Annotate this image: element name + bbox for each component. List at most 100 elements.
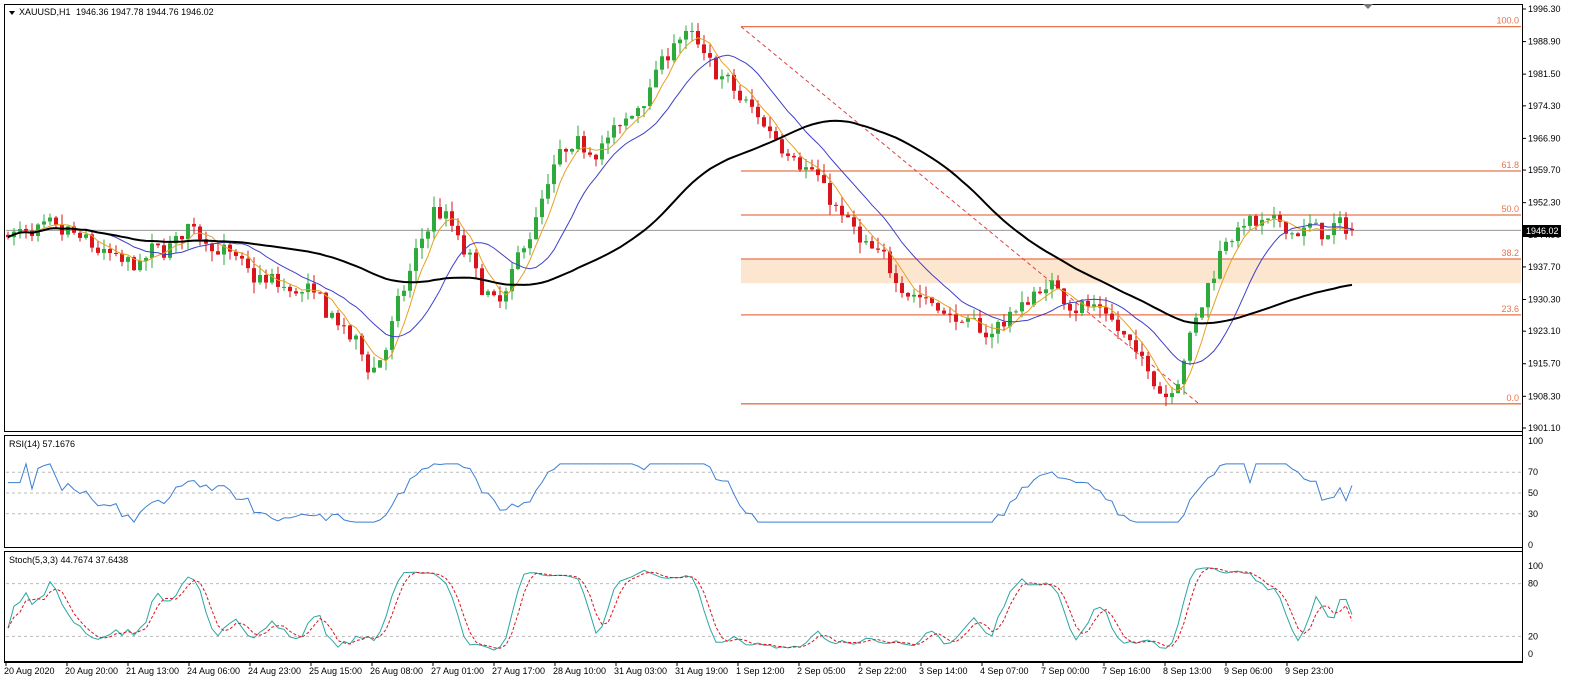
candle-body <box>1248 215 1252 226</box>
candle-body <box>1236 227 1240 242</box>
candle-body <box>1038 291 1042 294</box>
y-tick-label: 1996.30 <box>1528 4 1561 14</box>
candle-body <box>870 241 874 249</box>
candle-body <box>1152 371 1156 387</box>
x-tick-label: 8 Sep 13:00 <box>1163 666 1212 676</box>
price-panel[interactable] <box>4 4 1523 432</box>
candle-body <box>1128 334 1132 341</box>
candle-body <box>54 217 58 225</box>
candle-body <box>1290 233 1294 235</box>
candle-body <box>534 217 538 240</box>
candle-body <box>1014 311 1018 313</box>
candle-body <box>672 43 676 61</box>
candle-body <box>624 118 628 126</box>
candle-body <box>1110 313 1114 320</box>
candle-body <box>1104 307 1108 314</box>
candle-body <box>498 295 502 302</box>
candle-body <box>504 291 508 302</box>
y-tick-label: 1923.10 <box>1528 326 1561 336</box>
candle-body <box>1176 384 1180 394</box>
candle-body <box>942 310 946 314</box>
candle-body <box>1140 351 1144 356</box>
candle-body <box>366 354 370 373</box>
candle-body <box>336 312 340 326</box>
candle-body <box>960 321 964 323</box>
candle-body <box>1200 307 1204 318</box>
candle-body <box>408 270 412 291</box>
candle-body <box>978 318 982 333</box>
candle-body <box>792 155 796 158</box>
candle-body <box>246 258 250 269</box>
candle-body <box>558 149 562 165</box>
candle-body <box>1032 291 1036 305</box>
y-tick-label: 1908.30 <box>1528 391 1561 401</box>
trading-chart[interactable]: 100.0 61.8 50.0 38.2 23.6 0.0 1996.30 1988.90 1… <box>0 0 1596 695</box>
candle-body <box>720 76 724 80</box>
candle-body <box>522 248 526 253</box>
candle-body <box>900 283 904 293</box>
candle-body <box>24 228 28 231</box>
x-tick-label: 20 Aug 2020 <box>4 666 55 676</box>
candle-body <box>1074 310 1078 313</box>
candle-body <box>84 234 88 238</box>
candle-body <box>384 349 388 361</box>
candle-body <box>516 252 520 270</box>
candle-body <box>1002 321 1006 327</box>
candle-body <box>258 274 262 283</box>
candle-body <box>108 248 112 254</box>
candle-body <box>420 238 424 249</box>
candle-body <box>282 286 286 288</box>
candle-body <box>858 226 862 243</box>
candle-body <box>840 205 844 216</box>
x-tick-label: 26 Aug 08:00 <box>370 666 423 676</box>
current-price-value: 1946.02 <box>1526 226 1559 236</box>
candle-body <box>294 291 298 294</box>
candle-body <box>216 251 220 255</box>
candle-body <box>630 116 634 119</box>
candle-body <box>678 39 682 44</box>
fib-level-label: 23.6 <box>1501 304 1519 314</box>
candle-body <box>1170 393 1174 398</box>
candle-body <box>432 207 436 232</box>
candle-body <box>846 215 850 218</box>
candle-body <box>342 325 346 327</box>
candle-body <box>378 360 382 368</box>
candle-body <box>1116 319 1120 331</box>
candle-body <box>636 108 640 117</box>
candle-body <box>1302 227 1306 237</box>
candle-body <box>798 157 802 170</box>
y-tick-label: 1915.70 <box>1528 359 1561 369</box>
candle-body <box>822 175 826 184</box>
candle-body <box>582 136 586 153</box>
candle-body <box>702 44 706 54</box>
candle-body <box>1266 218 1270 220</box>
x-tick-label: 2 Sep 05:00 <box>797 666 846 676</box>
candle-body <box>1344 217 1348 234</box>
candle-body <box>1146 355 1150 372</box>
candle-body <box>552 164 556 185</box>
candle-body <box>600 143 604 160</box>
rsi-axis-label: 100 <box>1528 436 1543 446</box>
candle-body <box>1026 302 1030 305</box>
candle-body <box>1218 250 1222 279</box>
chart-symbol: XAUUSD,H1 <box>19 7 71 17</box>
x-tick-label: 4 Sep 07:00 <box>980 666 1029 676</box>
candle-body <box>150 243 154 258</box>
x-tick-label: 1 Sep 12:00 <box>736 666 785 676</box>
candle-body <box>588 152 592 155</box>
candle-body <box>708 53 712 58</box>
candle-body <box>984 332 988 338</box>
candle-body <box>438 207 442 219</box>
candle-body <box>714 57 718 80</box>
candle-body <box>396 295 400 322</box>
y-tick-label: 1988.90 <box>1528 37 1561 47</box>
candle-body <box>1326 235 1330 240</box>
rsi-panel[interactable] <box>4 435 1523 548</box>
candle-body <box>540 198 544 218</box>
x-tick-label: 24 Aug 23:00 <box>248 666 301 676</box>
candle-body <box>1158 386 1162 394</box>
y-tick-label: 1959.70 <box>1528 165 1561 175</box>
candle-body <box>18 228 22 232</box>
candle-body <box>774 131 778 140</box>
y-tick-label: 1974.30 <box>1528 101 1561 111</box>
